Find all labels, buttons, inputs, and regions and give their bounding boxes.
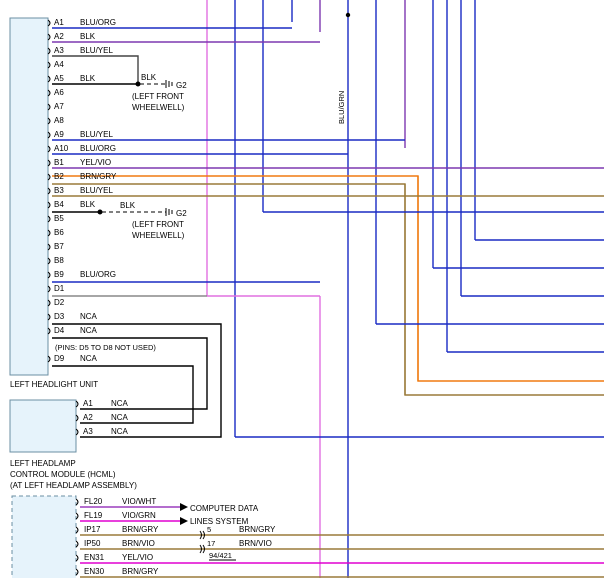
hcml-pin-labels: A1 NCA A2 NCA A3 NCA: [75, 399, 129, 436]
pin-label: D3: [54, 312, 65, 321]
pin-label: D9: [54, 354, 65, 363]
bottom-connector: [11, 495, 77, 578]
splice-reference: 94/421: [209, 551, 232, 560]
ground-name: G2: [176, 209, 187, 218]
headlight-unit-label: LEFT HEADLIGHT UNIT: [10, 380, 98, 389]
pin-label: A1: [83, 399, 93, 408]
pin-label: A10: [54, 144, 69, 153]
wire-label: BLU/YEL: [80, 46, 113, 55]
pin-label: A6: [54, 88, 64, 97]
pin-label: D2: [54, 298, 65, 307]
wire-label: BRN/GRY: [122, 525, 159, 534]
pin-label: A2: [54, 32, 64, 41]
pin-label: EN30: [84, 567, 105, 576]
pin-label: A3: [83, 427, 93, 436]
wire-label: VIO/GRN: [122, 511, 156, 520]
vertical-wires: [206, 0, 476, 578]
bottom-pin-labels: FL20 VIO/WHT FL19 VIO/GRN IP17 BRN/GRY IP50 BRN…: [75, 497, 159, 576]
wire-label: BRN/GRY: [122, 567, 159, 576]
blu-grn-wire-label: BLU/GRN: [337, 91, 346, 124]
pin-label: A8: [54, 116, 64, 125]
wire-label: YEL/VIO: [80, 158, 111, 167]
pin-label: EN31: [84, 553, 105, 562]
splice-dot: [345, 12, 351, 18]
ground-location-line2: WHEELWELL): [132, 103, 185, 112]
wire-label: BLU/ORG: [80, 144, 116, 153]
pin-label: IP17: [84, 525, 101, 534]
pin-label: B6: [54, 228, 64, 237]
pin-label: A9: [54, 130, 64, 139]
ground-location-line1: (LEFT FRONT: [132, 92, 184, 101]
headlight-connector: [9, 17, 49, 376]
hcml-label-line1: LEFT HEADLAMP: [10, 459, 76, 468]
ground-wire-label: BLK: [141, 73, 157, 82]
hcml-label-line2: CONTROL MODULE (HCML): [10, 470, 116, 479]
pin-label: A3: [54, 46, 64, 55]
wire-label: NCA: [111, 427, 129, 436]
pin-label: IP50: [84, 539, 101, 548]
splice-pin-5: 5: [207, 525, 211, 534]
ground-location-line2: WHEELWELL): [132, 231, 185, 240]
wire-label: NCA: [111, 399, 129, 408]
wire-label: BLK: [80, 32, 96, 41]
pin-label: D1: [54, 284, 65, 293]
pin-label: D4: [54, 326, 65, 335]
pin-label: B5: [54, 214, 64, 223]
pin-label: A5: [54, 74, 64, 83]
wire-label: BRN/VIO: [122, 539, 155, 548]
pin-label: B3: [54, 186, 64, 195]
pin-label: FL20: [84, 497, 103, 506]
unused-pins-note: (PINS: D5 TO D8 NOT USED): [55, 343, 156, 352]
hcml-connector: [9, 399, 77, 453]
wire-label: BLK: [80, 200, 96, 209]
pin-label: A2: [83, 413, 93, 422]
pin-label: B1: [54, 158, 64, 167]
wire-label: NCA: [80, 354, 98, 363]
wire-label: NCA: [111, 413, 129, 422]
bottom-wires: [80, 506, 604, 578]
ground-wire-label: BLK: [120, 201, 136, 210]
pin-label: B4: [54, 200, 64, 209]
wire-label: VIO/WHT: [122, 497, 156, 506]
arrow-icon: [180, 503, 188, 511]
hcml-label-line3: (AT LEFT HEADLAMP ASSEMBLY): [10, 481, 137, 490]
wire-label: BLU/ORG: [80, 270, 116, 279]
wiring-diagram: A1 A2 A3 A4 A5 A6 A7 A8 A9 A10 B1 B2 B3 B4 B5 B6 B7 B8 B9 D…: [9, 0, 604, 578]
pin-label: FL19: [84, 511, 103, 520]
pin-label: B9: [54, 270, 64, 279]
ground-location-line1: (LEFT FRONT: [132, 220, 184, 229]
data-lines-label-1: COMPUTER DATA: [190, 504, 259, 513]
wire-label: BLK: [80, 74, 96, 83]
headlight-wire-labels: BLU/ORG BLK BLU/YEL BLK BLU/YEL BLU/ORG YEL/VI…: [80, 18, 117, 363]
wire-label: BRN/GRY: [80, 172, 117, 181]
splice-pin-17: 17: [207, 539, 215, 548]
pin-label: A7: [54, 102, 64, 111]
pin-label: B8: [54, 256, 64, 265]
wire-label: BLU/YEL: [80, 130, 113, 139]
pin-label: A1: [54, 18, 64, 27]
wire-label: YEL/VIO: [122, 553, 153, 562]
wire-label: NCA: [80, 312, 98, 321]
wire-label: NCA: [80, 326, 98, 335]
pin-label: A4: [54, 60, 64, 69]
headlight-pin-labels: A1 A2 A3 A4 A5 A6 A7 A8 A9 A10 B1 B2 B3 B4 B5 B6 B7 B8 B9 D…: [47, 18, 69, 363]
pin-label: B2: [54, 172, 64, 181]
wire-label: BLU/ORG: [80, 18, 116, 27]
splice-wire-5: BRN/GRY: [239, 525, 276, 534]
ground-name: G2: [176, 81, 187, 90]
splice-wire-17: BRN/VIO: [239, 539, 272, 548]
wire-label: BLU/YEL: [80, 186, 113, 195]
arrow-icon: [180, 517, 188, 525]
pin-label: B7: [54, 242, 64, 251]
